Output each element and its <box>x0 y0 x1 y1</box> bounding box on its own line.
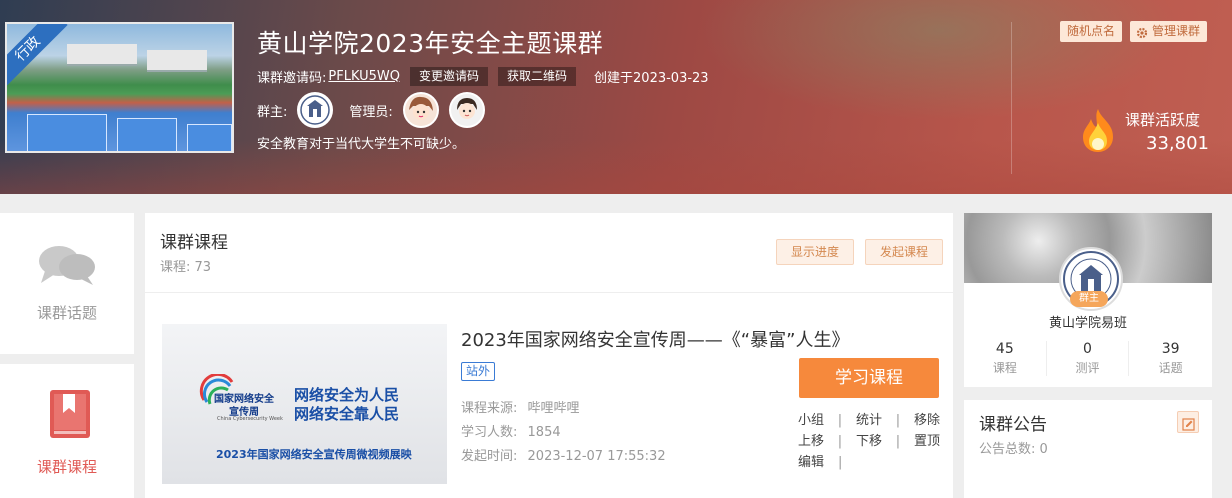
stat-evaluations[interactable]: 0 测评 <box>1047 341 1130 376</box>
stat-courses[interactable]: 45 课程 <box>964 341 1047 376</box>
get-qrcode-button[interactable]: 获取二维码 <box>498 66 577 86</box>
course-cover-image[interactable]: 国家网络安全 宣传周 China Cybersecurity Week 网络安全… <box>162 324 447 484</box>
course-time: 发起时间: 2023-12-07 17:55:32 <box>461 445 666 464</box>
admin-avatar-2[interactable] <box>448 92 485 128</box>
op-move-down[interactable]: 下移 <box>856 431 882 452</box>
invite-code[interactable]: PFLKU5WQ <box>328 69 400 84</box>
course-learners: 学习人数: 1854 <box>461 421 561 440</box>
group-title: 黄山学院2023年安全主题课群 <box>257 29 604 58</box>
notice-count: 公告总数: 0 <box>979 442 1048 457</box>
stat-courses-num: 45 <box>995 341 1014 357</box>
owner-admin-row: 群主: 管理员: <box>257 92 485 128</box>
stat-evaluations-num: 0 <box>1083 341 1092 357</box>
owner-stats: 45 课程 0 测评 39 话题 <box>964 341 1212 376</box>
owner-label: 群主: <box>257 104 288 120</box>
invite-label: 课群邀请码: <box>257 70 327 86</box>
course-operations: 小组 | 统计 | 移除 上移 | 下移 | 置顶 编辑 | <box>798 410 948 473</box>
source-value: 哔哩哔哩 <box>527 401 580 416</box>
random-call-button[interactable]: 随机点名 <box>1060 21 1123 42</box>
chat-bubbles-icon <box>37 243 97 295</box>
category-tag: 行政 <box>7 24 68 89</box>
header-divider-line <box>145 292 953 293</box>
activity-value: 33,801 <box>1146 133 1209 154</box>
external-tag: 站外 <box>461 362 496 381</box>
admin-label: 管理员: <box>349 104 393 120</box>
stat-courses-label: 课程 <box>992 361 1017 375</box>
change-invite-code-button[interactable]: 变更邀请码 <box>410 66 489 86</box>
stat-evaluations-label: 测评 <box>1075 361 1100 375</box>
created-date: 创建于2023-03-23 <box>594 70 709 86</box>
admin-avatar-1[interactable] <box>402 92 439 128</box>
gear-icon <box>1136 25 1148 39</box>
show-progress-button[interactable]: 显示进度 <box>776 239 855 265</box>
owner-badge: 群主 <box>1070 291 1108 307</box>
courses-heading: 课群课程 <box>160 233 228 253</box>
notice-card: 课群公告 公告总数: 0 <box>964 400 1212 498</box>
cover-slogan-2: 网络安全靠人民 <box>294 405 400 423</box>
learners-label: 学习人数: <box>461 425 518 440</box>
time-label: 发起时间: <box>461 449 518 464</box>
course-group-banner: 行政 黄山学院2023年安全主题课群 课群邀请码: PFLKU5WQ 变更邀请码… <box>0 0 1232 194</box>
invite-row: 课群邀请码: PFLKU5WQ 变更邀请码 获取二维码 创建于2023-03-2… <box>257 66 709 86</box>
owner-card: 群主 黄山学院易班 45 课程 0 测评 39 话题 <box>964 213 1212 387</box>
cover-bottom-caption: 2023年国家网络安全宣传周微视频展映 <box>216 448 412 461</box>
owner-name[interactable]: 黄山学院易班 <box>964 312 1212 331</box>
group-description: 安全教育对于当代大学生不可缺少。 <box>257 137 466 152</box>
stat-topics-num: 39 <box>1161 341 1180 357</box>
time-value: 2023-12-07 17:55:32 <box>527 449 666 464</box>
manage-group-button[interactable]: 管理课群 <box>1130 21 1208 42</box>
op-pin-top[interactable]: 置顶 <box>914 431 940 452</box>
op-group[interactable]: 小组 <box>798 410 824 431</box>
edit-notice-button[interactable] <box>1177 411 1199 433</box>
book-icon <box>49 389 91 443</box>
flame-icon <box>1079 107 1117 153</box>
manage-group-label: 管理课群 <box>1152 24 1201 38</box>
nav-courses-label: 课群课程 <box>36 458 97 476</box>
cover-logo-en: China Cybersecurity Week <box>217 416 283 422</box>
group-cover-image: 行政 <box>5 22 234 153</box>
courses-count: 课程: 73 <box>160 260 212 275</box>
learn-course-button[interactable]: 学习课程 <box>799 358 939 398</box>
start-course-button[interactable]: 发起课程 <box>865 239 944 265</box>
source-label: 课程来源: <box>461 401 518 416</box>
stat-topics-label: 话题 <box>1158 361 1183 375</box>
learners-value: 1854 <box>527 425 561 440</box>
banner-glow <box>700 0 1180 120</box>
pencil-icon <box>1182 416 1195 435</box>
notice-title: 课群公告 <box>979 415 1047 435</box>
activity-label: 课群活跃度 <box>1125 111 1201 129</box>
nav-topics-label: 课群话题 <box>36 304 97 322</box>
op-remove[interactable]: 移除 <box>914 410 940 431</box>
courses-panel: 课群课程 课程: 73 显示进度 发起课程 国家网络安全 宣传周 China C… <box>145 213 953 498</box>
header-divider <box>1011 22 1012 174</box>
stat-topics[interactable]: 39 话题 <box>1129 341 1212 376</box>
op-stats[interactable]: 统计 <box>856 410 882 431</box>
nav-topics[interactable]: 课群话题 <box>0 213 134 354</box>
cover-slogan-1: 网络安全为人民 <box>294 386 400 404</box>
owner-avatar[interactable] <box>297 92 334 128</box>
op-move-up[interactable]: 上移 <box>798 431 824 452</box>
op-edit[interactable]: 编辑 <box>798 452 824 473</box>
course-title[interactable]: 2023年国家网络安全宣传周——《“暴富”人生》 <box>461 326 849 352</box>
course-source: 课程来源: 哔哩哔哩 <box>461 397 580 416</box>
nav-courses[interactable]: 课群课程 <box>0 364 134 498</box>
